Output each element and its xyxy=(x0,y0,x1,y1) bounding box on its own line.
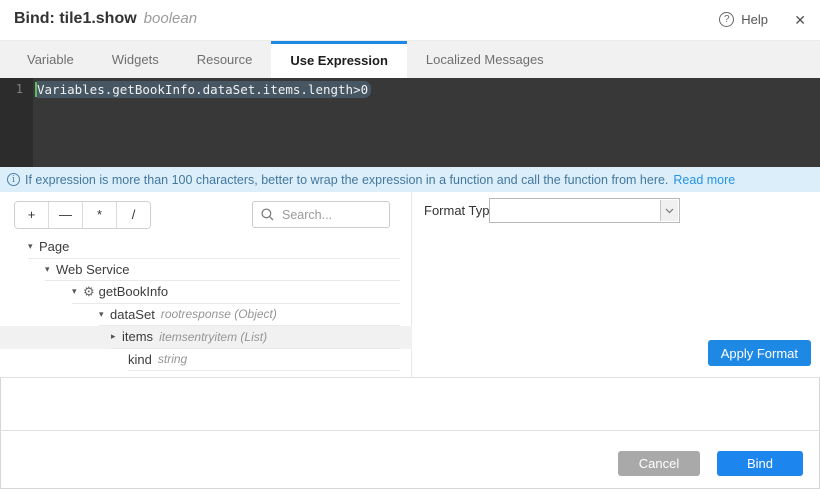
tab-use-expression[interactable]: Use Expression xyxy=(271,41,407,78)
editor-gutter: 1 xyxy=(0,78,33,167)
dialog-header: Bind: tile1.show boolean ? Help ✕ xyxy=(0,0,820,41)
cancel-button[interactable]: Cancel xyxy=(618,451,700,476)
format-type-label: Format Type xyxy=(424,203,497,218)
tree-node-getbookinfo[interactable]: ▾ ⚙ getBookInfo xyxy=(0,281,412,304)
expand-arrow-icon[interactable]: ▾ xyxy=(45,264,56,275)
page-title: Bind: tile1.show boolean xyxy=(14,10,197,28)
footer-divider xyxy=(0,430,820,431)
expression-builder-panel: + — * / ▾ Page ▾ Web xyxy=(0,192,412,377)
search-input[interactable] xyxy=(280,207,381,223)
tree-node-items[interactable]: ▸ items itemsentryitem (List) xyxy=(0,326,412,349)
expand-arrow-icon[interactable]: ▾ xyxy=(99,309,110,320)
tree-node-label[interactable]: kind xyxy=(128,352,152,367)
title-text: Bind: tile1.show xyxy=(14,10,137,27)
tree-node-label[interactable]: dataSet xyxy=(110,307,155,322)
apply-format-button[interactable]: Apply Format xyxy=(708,340,811,366)
tab-variable[interactable]: Variable xyxy=(8,41,93,78)
search-box xyxy=(252,201,390,228)
info-bar: i If expression is more than 100 charact… xyxy=(0,167,820,192)
tree-node-type: itemsentryitem (List) xyxy=(159,330,267,344)
content-area: + — * / ▾ Page ▾ Web xyxy=(0,192,820,378)
expression-code-line[interactable]: Variables.getBookInfo.dataSet.items.leng… xyxy=(37,82,371,97)
collapse-arrow-icon[interactable]: ▸ xyxy=(111,331,122,342)
plus-operator-button[interactable]: + xyxy=(15,202,48,228)
tree-node-web-service[interactable]: ▾ Web Service xyxy=(0,259,412,282)
expand-arrow-icon[interactable]: ▾ xyxy=(28,241,39,252)
multiply-operator-button[interactable]: * xyxy=(82,202,116,228)
read-more-link[interactable]: Read more xyxy=(673,173,735,187)
tab-widgets[interactable]: Widgets xyxy=(93,41,178,78)
line-number: 1 xyxy=(16,82,23,96)
tree-node-label[interactable]: items xyxy=(122,329,153,344)
minus-operator-button[interactable]: — xyxy=(48,202,82,228)
tab-localized-messages[interactable]: Localized Messages xyxy=(407,41,563,78)
expand-arrow-icon[interactable]: ▾ xyxy=(72,286,83,297)
search-icon xyxy=(261,208,274,221)
help-button[interactable]: ? Help xyxy=(719,12,768,27)
operator-button-group: + — * / xyxy=(14,201,151,229)
web-service-icon: ⚙ xyxy=(83,285,95,298)
tab-bar: Variable Widgets Resource Use Expression… xyxy=(0,41,820,78)
divide-operator-button[interactable]: / xyxy=(116,202,150,228)
format-type-select[interactable] xyxy=(489,198,680,223)
tree-node-type: rootresponse (Object) xyxy=(161,307,277,321)
expression-editor[interactable]: 1 Variables.getBookInfo.dataSet.items.le… xyxy=(0,78,820,167)
info-message: If expression is more than 100 character… xyxy=(25,173,668,187)
help-icon: ? xyxy=(719,12,734,27)
tree-node-dataset[interactable]: ▾ dataSet rootresponse (Object) xyxy=(0,304,412,327)
tree-node-kind[interactable]: kind string xyxy=(0,349,412,372)
help-label: Help xyxy=(741,12,768,27)
variable-tree: ▾ Page ▾ Web Service ▾ ⚙ getBookInfo xyxy=(0,236,412,371)
info-icon: i xyxy=(7,173,20,186)
chevron-down-icon xyxy=(660,200,678,221)
tab-resource[interactable]: Resource xyxy=(178,41,272,78)
selected-expression[interactable]: Variables.getBookInfo.dataSet.items.leng… xyxy=(37,81,371,98)
tree-node-label[interactable]: getBookInfo xyxy=(99,284,168,299)
bound-type-hint: boolean xyxy=(144,10,197,27)
bind-dialog: Bind: tile1.show boolean ? Help ✕ Variabl… xyxy=(0,0,820,489)
tree-node-page[interactable]: ▾ Page xyxy=(0,236,412,259)
tree-node-label[interactable]: Web Service xyxy=(56,262,129,277)
tree-node-label[interactable]: Page xyxy=(39,239,69,254)
bind-button[interactable]: Bind xyxy=(717,451,803,476)
close-icon[interactable]: ✕ xyxy=(794,12,806,28)
tree-node-type: string xyxy=(158,352,187,366)
